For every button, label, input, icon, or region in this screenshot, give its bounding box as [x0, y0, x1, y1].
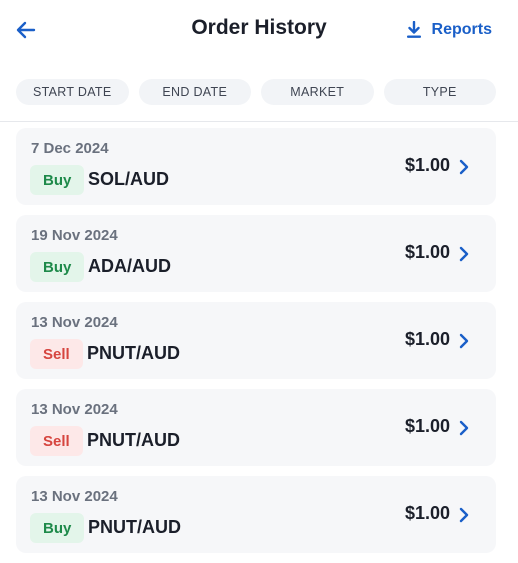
download-icon	[406, 21, 421, 38]
chevron-right-icon	[456, 158, 472, 176]
side-badge: Buy	[30, 513, 85, 543]
reports-label: Reports	[431, 21, 492, 38]
side-badge: Sell	[30, 426, 83, 456]
order-amount: $1.00	[404, 503, 450, 523]
filter-type[interactable]: TYPE	[383, 79, 496, 105]
order-list: 7 Dec 2024 Buy SOL/AUD $1.00 19 Nov 2024…	[16, 128, 496, 563]
order-row[interactable]: 19 Nov 2024 Buy ADA/AUD $1.00	[16, 215, 496, 292]
order-pair: PNUT/AUD	[87, 343, 180, 363]
order-date: 13 Nov 2024	[31, 314, 118, 331]
header-divider	[0, 121, 518, 122]
order-pair: PNUT/AUD	[88, 517, 181, 537]
filter-market[interactable]: MARKET	[261, 79, 374, 105]
order-date: 13 Nov 2024	[31, 488, 118, 505]
order-date: 7 Dec 2024	[31, 140, 109, 157]
order-pair: ADA/AUD	[88, 256, 171, 276]
side-badge: Sell	[30, 339, 83, 369]
order-amount: $1.00	[404, 416, 450, 436]
filter-end-date[interactable]: END DATE	[138, 79, 251, 105]
order-pair: SOL/AUD	[88, 169, 169, 189]
order-row[interactable]: 13 Nov 2024 Sell PNUT/AUD $1.00	[16, 389, 496, 466]
reports-button[interactable]: Reports	[406, 18, 492, 42]
chevron-right-icon	[456, 419, 472, 437]
order-amount: $1.00	[404, 242, 450, 262]
side-badge: Buy	[30, 165, 85, 195]
chevron-right-icon	[456, 245, 472, 263]
order-amount: $1.00	[404, 155, 450, 175]
order-row[interactable]: 13 Nov 2024 Buy PNUT/AUD $1.00	[16, 476, 496, 553]
arrow-left-icon	[16, 21, 36, 39]
side-badge: Buy	[30, 252, 85, 282]
order-row[interactable]: 7 Dec 2024 Buy SOL/AUD $1.00	[16, 128, 496, 205]
filter-start-date[interactable]: START DATE	[16, 79, 129, 105]
order-date: 19 Nov 2024	[31, 227, 118, 244]
order-amount: $1.00	[404, 329, 450, 349]
top-bar: Order History Reports	[0, 0, 518, 60]
order-pair: PNUT/AUD	[87, 430, 180, 450]
back-button[interactable]	[12, 16, 40, 44]
chevron-right-icon	[456, 506, 472, 524]
chevron-right-icon	[456, 332, 472, 350]
order-date: 13 Nov 2024	[31, 401, 118, 418]
filter-bar: START DATE END DATE MARKET TYPE	[16, 79, 496, 105]
order-row[interactable]: 13 Nov 2024 Sell PNUT/AUD $1.00	[16, 302, 496, 379]
